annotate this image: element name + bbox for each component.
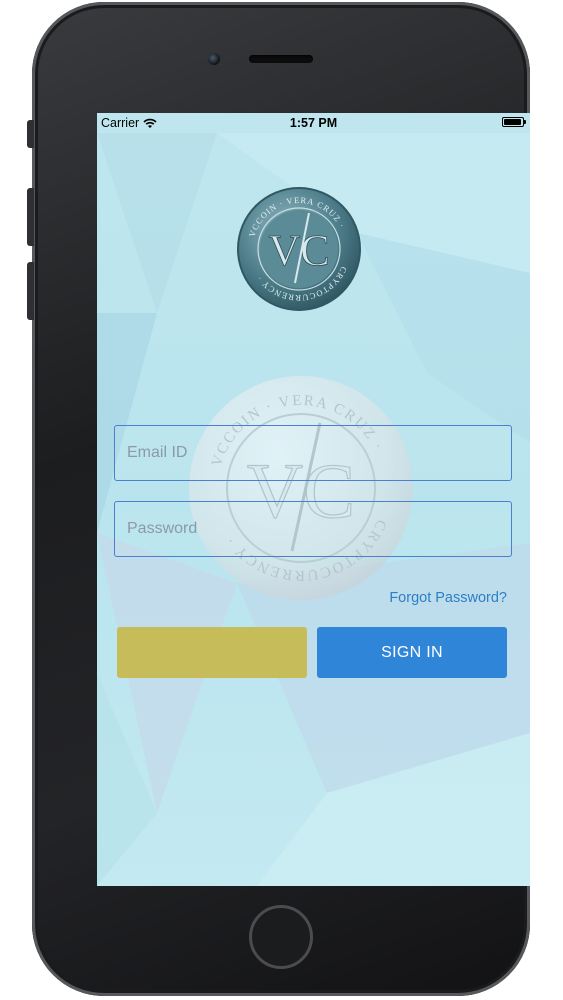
vccoin-logo: VCCOIN · VERA CRUZ · CRYPTOCURRENCY · VC [237, 187, 361, 311]
volume-up-button [27, 188, 34, 246]
sign-in-button[interactable]: SIGN IN [317, 627, 507, 678]
email-field[interactable] [114, 425, 512, 481]
app-screen: Carrier 1:57 PM VCCOIN · VERA CRUZ · CRY… [97, 113, 530, 886]
phone-frame: Carrier 1:57 PM VCCOIN · VERA CRUZ · CRY… [32, 2, 530, 996]
password-input[interactable] [115, 502, 511, 556]
clock: 1:57 PM [289, 116, 338, 130]
secondary-button[interactable] [117, 627, 307, 678]
coin-watermark: VCCOIN · VERA CRUZ · CRYPTOCURRENCY · VC [189, 376, 413, 600]
battery-icon [502, 117, 526, 127]
password-field[interactable] [114, 501, 512, 557]
forgot-password-link[interactable]: Forgot Password? [389, 590, 507, 606]
volume-down-button [27, 262, 34, 320]
earpiece-speaker [249, 55, 313, 63]
front-camera [208, 53, 220, 65]
status-bar: Carrier 1:57 PM [97, 113, 530, 133]
home-button[interactable] [249, 905, 313, 969]
mute-switch [27, 120, 34, 148]
email-input[interactable] [115, 426, 511, 480]
